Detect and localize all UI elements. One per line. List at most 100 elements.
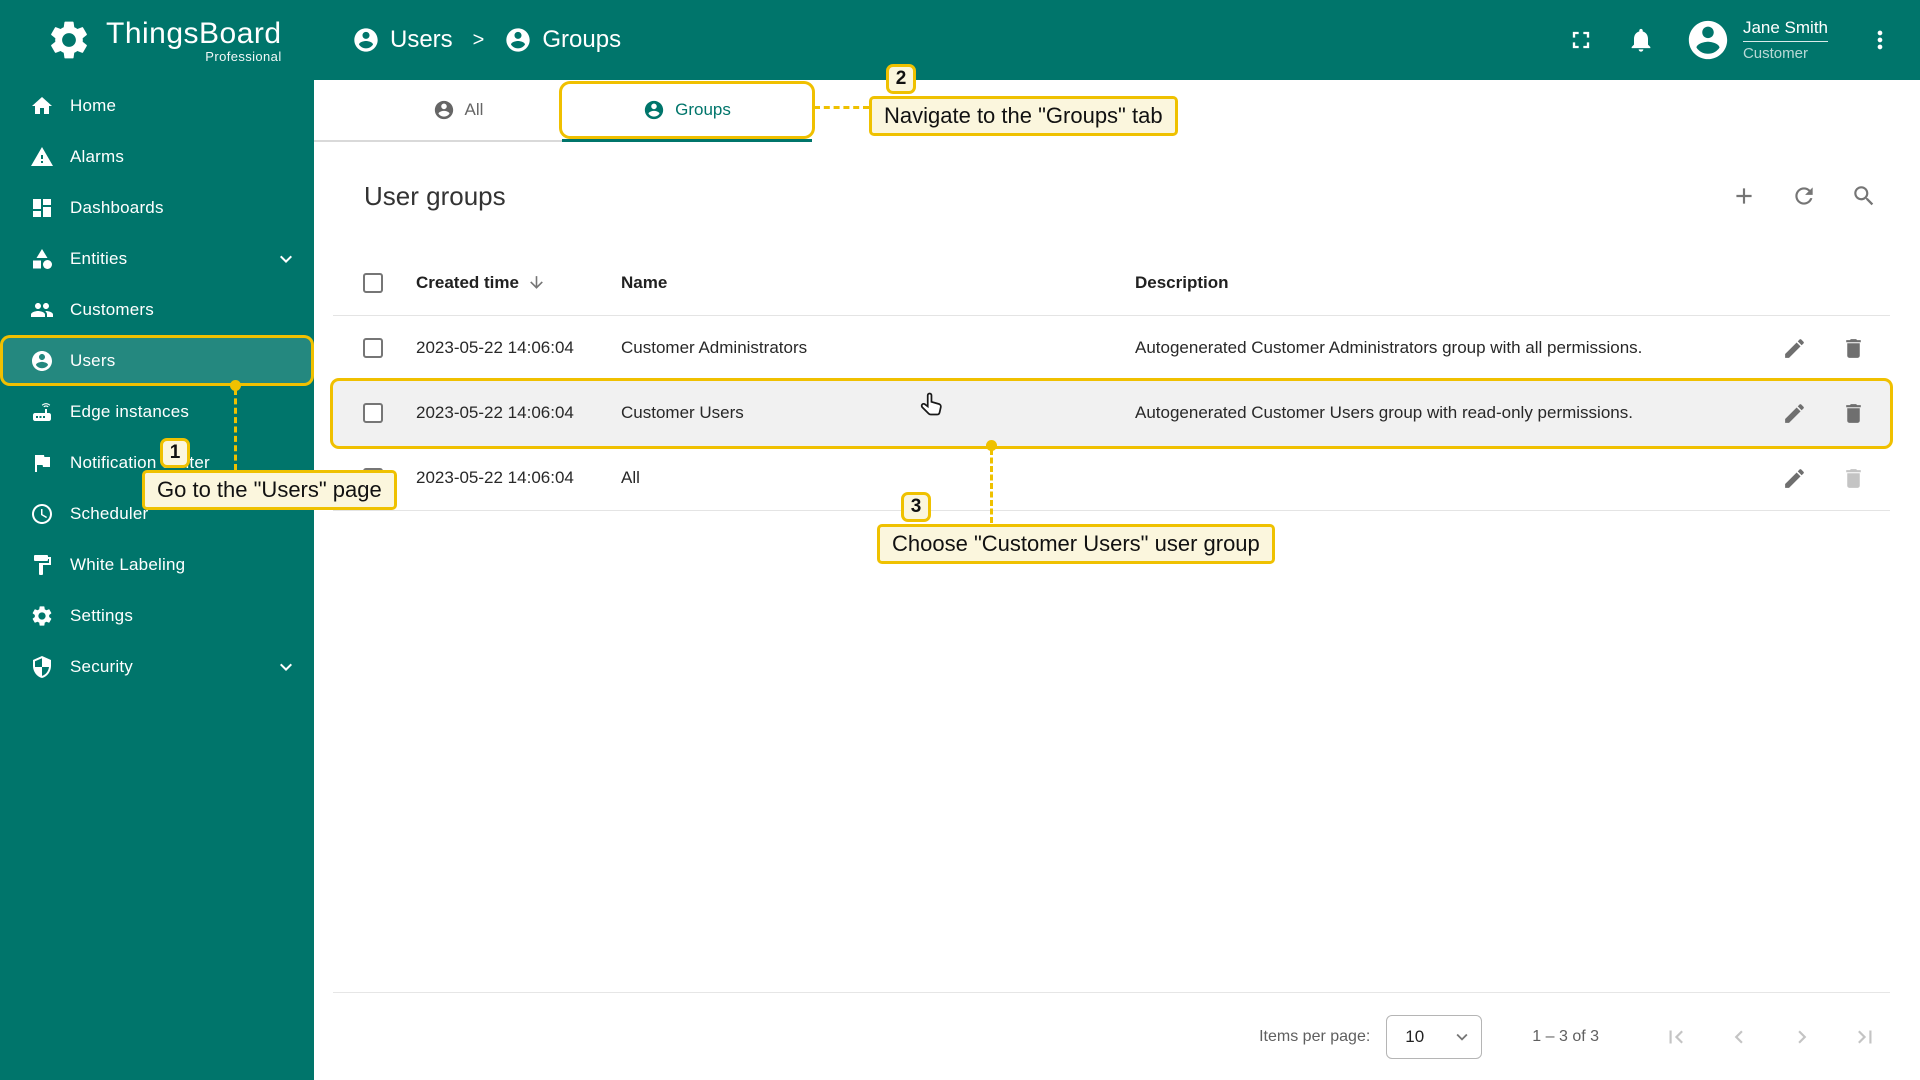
account-circle-icon (1688, 20, 1728, 60)
chevron-left-icon (1734, 1030, 1743, 1043)
content: User groups Created time Name Descriptio… (314, 142, 1920, 1080)
edit-button[interactable] (1782, 401, 1807, 426)
fullscreen-button[interactable] (1567, 26, 1595, 54)
sidebar-item-home[interactable]: Home (0, 80, 314, 131)
home-icon (32, 96, 52, 114)
items-per-page-select[interactable]: 10 (1386, 1014, 1483, 1059)
select-all-checkbox[interactable] (363, 272, 383, 293)
refresh-button[interactable] (1791, 183, 1817, 209)
sidebar-item-label: Home (70, 95, 117, 115)
warning-icon (31, 146, 53, 166)
topbar: Users > Groups Jane Smith Customer (314, 0, 1920, 80)
previous-page-button (1726, 1024, 1752, 1050)
last-page-button (1852, 1024, 1878, 1050)
column-header-created-time[interactable]: Created time (401, 273, 606, 293)
search-icon (1854, 186, 1874, 206)
tab-groups[interactable]: Groups (562, 84, 812, 142)
category-icon (33, 248, 52, 269)
tab-groups-label: Groups (675, 100, 731, 119)
edit-button[interactable] (1782, 466, 1807, 491)
clock-icon (32, 503, 52, 524)
paginator: Items per page: 10 1 – 3 of 3 (333, 992, 1890, 1080)
fullscreen-icon (1572, 31, 1590, 49)
pencil-icon (1785, 338, 1804, 358)
breadcrumb-separator: > (472, 28, 485, 51)
sidebar-item-entities[interactable]: Entities (0, 233, 314, 284)
sidebar-nav: Home Alarms Dashboards Entities Customer… (0, 80, 314, 692)
notifications-button[interactable] (1627, 26, 1655, 54)
more-menu-button[interactable] (1866, 26, 1894, 54)
chevron-down-icon (280, 663, 292, 671)
row-checkbox[interactable] (363, 338, 383, 358)
table-row-customer-users[interactable]: 2023-05-22 14:06:04 Customer Users Autog… (333, 381, 1890, 446)
flag-icon (35, 454, 50, 472)
sidebar: ThingsBoard Professional Home Alarms Das… (0, 0, 314, 1080)
user-groups-table: Created time Name Description 2023-05-22… (333, 250, 1890, 511)
users-group-icon (644, 100, 664, 120)
step-label-1: Go to the "Users" page (142, 470, 397, 510)
table-toolbar: User groups (333, 142, 1890, 250)
chevron-right-icon (1798, 1030, 1807, 1043)
tab-all-label: All (464, 100, 484, 119)
avatar[interactable] (1685, 17, 1731, 63)
items-per-page-label: Items per page: (1259, 1027, 1371, 1045)
user-menu[interactable]: Jane Smith Customer (1742, 18, 1828, 62)
sidebar-item-edge-instances[interactable]: Edge instances (0, 386, 314, 437)
first-page-icon (1669, 1030, 1683, 1043)
sidebar-item-label: Customers (70, 299, 154, 319)
cell-name: All (621, 468, 640, 487)
user-name: Jane Smith (1742, 18, 1828, 42)
sidebar-item-alarms[interactable]: Alarms (0, 131, 314, 182)
sidebar-item-security[interactable]: Security (0, 641, 314, 692)
user-role: Customer (1742, 45, 1808, 62)
sidebar-item-label: Entities (70, 248, 128, 268)
breadcrumb-users[interactable]: Users (352, 26, 453, 54)
breadcrumb-groups-label: Groups (542, 26, 622, 53)
add-entity-button[interactable] (1731, 183, 1757, 209)
app-logo[interactable]: ThingsBoard Professional (0, 0, 314, 80)
cursor-pointer-icon (920, 392, 942, 416)
search-button[interactable] (1851, 183, 1877, 209)
bell-icon (1631, 28, 1651, 52)
step-label-3: Choose "Customer Users" user group (877, 524, 1275, 564)
annotation-connector-line-2 (814, 106, 869, 109)
sidebar-item-white-labeling[interactable]: White Labeling (0, 539, 314, 590)
delete-button[interactable] (1841, 401, 1866, 426)
cell-created-time: 2023-05-22 14:06:04 (416, 468, 574, 487)
items-per-page-value: 10 (1405, 1026, 1425, 1046)
page-title: User groups (364, 180, 506, 211)
cell-created-time: 2023-05-22 14:06:04 (416, 403, 574, 422)
annotation-connector-line-3 (990, 449, 993, 523)
kebab-icon (1877, 30, 1883, 50)
sidebar-item-label: Edge instances (70, 401, 190, 421)
sidebar-item-label: Settings (70, 605, 134, 625)
step-badge-2: 2 (886, 64, 916, 94)
breadcrumb: Users > Groups (352, 26, 621, 54)
people-icon (31, 302, 53, 317)
brand-name: ThingsBoard (106, 16, 282, 50)
gear-icon (32, 605, 52, 626)
dashboard-icon (33, 198, 51, 217)
sidebar-item-users[interactable]: Users (0, 335, 314, 386)
shield-icon (33, 655, 51, 678)
sidebar-item-settings[interactable]: Settings (0, 590, 314, 641)
sort-desc-icon (530, 276, 543, 289)
sidebar-item-customers[interactable]: Customers (0, 284, 314, 335)
tab-all[interactable]: All (354, 84, 562, 136)
column-header-name: Name (621, 272, 668, 292)
sidebar-item-label: Dashboards (70, 197, 164, 217)
cell-description: Autogenerated Customer Users group with … (1135, 403, 1633, 422)
table-header-row: Created time Name Description (333, 250, 1890, 316)
delete-button[interactable] (1841, 336, 1866, 361)
sidebar-item-label: Scheduler (70, 503, 149, 523)
edit-button[interactable] (1782, 336, 1807, 361)
refresh-icon (1795, 187, 1813, 205)
table-row[interactable]: 2023-05-22 14:06:04 Customer Administrat… (333, 316, 1890, 381)
sidebar-item-dashboards[interactable]: Dashboards (0, 182, 314, 233)
annotation-connector-line-1 (234, 389, 237, 470)
row-checkbox[interactable] (363, 403, 383, 423)
plus-icon (1736, 188, 1752, 204)
table-row[interactable]: 2023-05-22 14:06:04 All (333, 446, 1890, 511)
breadcrumb-groups[interactable]: Groups (504, 26, 621, 54)
column-label: Created time (416, 272, 519, 292)
